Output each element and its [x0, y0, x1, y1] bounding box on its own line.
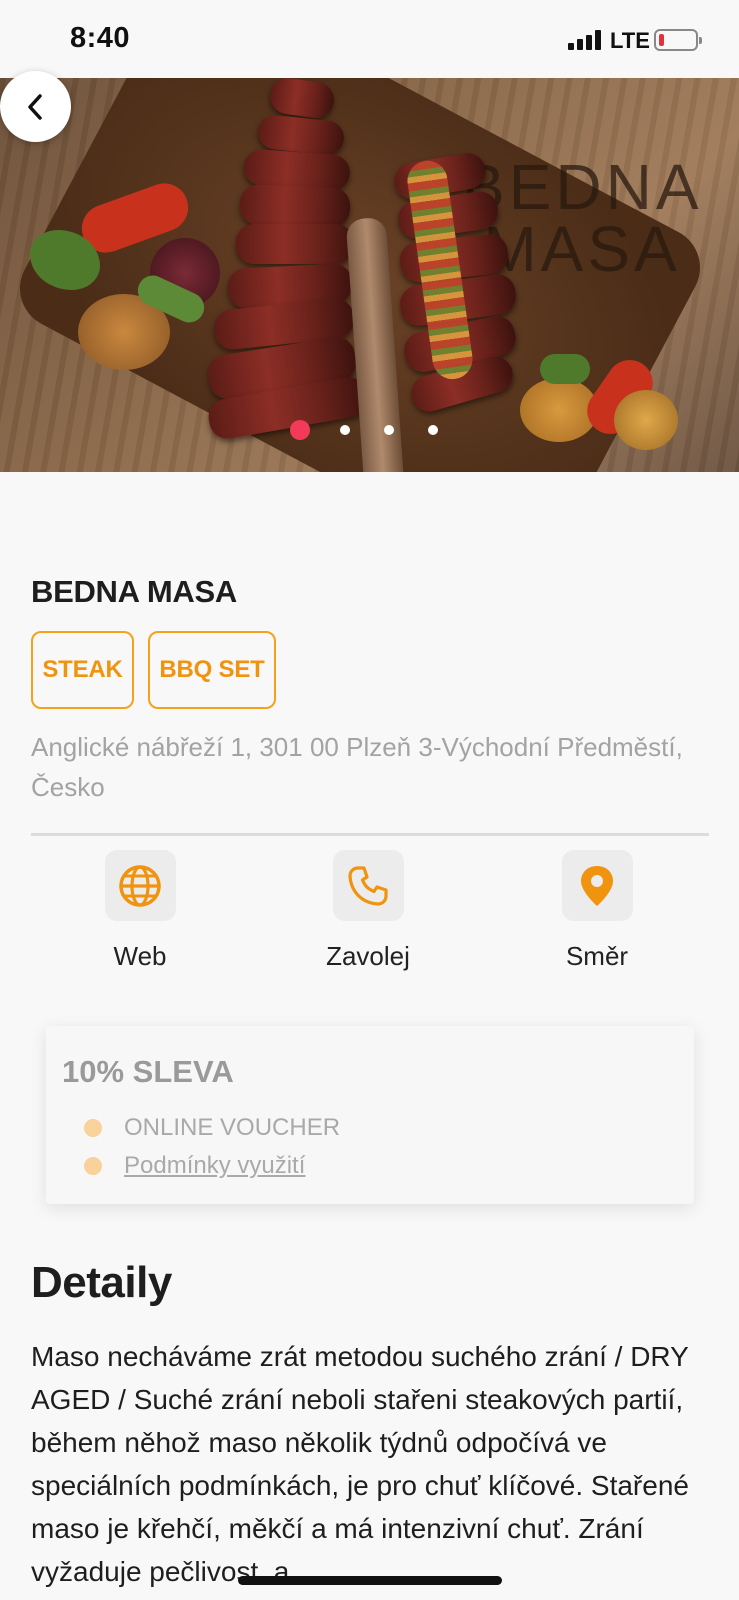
- signal-icon: [568, 30, 602, 50]
- offer-item-terms: Podmínky využití: [84, 1152, 305, 1180]
- network-type: LTE: [610, 28, 650, 53]
- terms-link[interactable]: Podmínky využití: [124, 1152, 305, 1180]
- globe-icon: [119, 864, 161, 907]
- web-button[interactable]: Web: [60, 850, 220, 972]
- directions-button[interactable]: Směr: [517, 850, 677, 972]
- tag-bbq-set[interactable]: BBQ SET: [148, 631, 276, 709]
- offer-voucher-label: ONLINE VOUCHER: [124, 1114, 341, 1141]
- offer-item-voucher: ONLINE VOUCHER: [84, 1114, 340, 1142]
- discount-offer-card[interactable]: 10% SLEVA ONLINE VOUCHER Podmínky využit…: [46, 1026, 694, 1204]
- details-description: Maso necháváme zrát metodou suchého zrán…: [31, 1341, 689, 1587]
- battery-icon: [654, 29, 702, 51]
- status-bar: 8:40 LTE: [0, 0, 739, 78]
- call-button[interactable]: Zavolej: [288, 850, 448, 972]
- bullet-icon: [84, 1119, 102, 1137]
- back-button[interactable]: [0, 71, 71, 142]
- back-icon: [27, 93, 42, 120]
- location-pin-icon: [581, 865, 613, 906]
- phone-icon: [348, 865, 388, 906]
- offer-title: 10% SLEVA: [62, 1054, 234, 1089]
- directions-label: Směr: [565, 941, 629, 971]
- divider: [31, 833, 709, 836]
- home-indicator[interactable]: [238, 1576, 502, 1585]
- web-label: Web: [113, 941, 167, 971]
- bullet-icon: [84, 1157, 102, 1175]
- carousel-dot-active[interactable]: [290, 420, 310, 440]
- hero-image-carousel[interactable]: BEDNA MASA: [0, 78, 739, 472]
- restaurant-name: BEDNA MASA: [31, 574, 237, 609]
- restaurant-address: Anglické nábřeží 1, 301 00 Plzeň 3-Výcho…: [31, 732, 683, 802]
- carousel-dot[interactable]: [384, 425, 394, 435]
- carousel-dot[interactable]: [340, 425, 350, 435]
- carousel-dot[interactable]: [428, 425, 438, 435]
- call-label: Zavolej: [326, 941, 410, 971]
- status-time: 8:40: [70, 22, 131, 54]
- details-heading: Detaily: [31, 1258, 172, 1307]
- carousel-page-indicator: [290, 420, 472, 440]
- tag-steak[interactable]: STEAK: [31, 631, 134, 709]
